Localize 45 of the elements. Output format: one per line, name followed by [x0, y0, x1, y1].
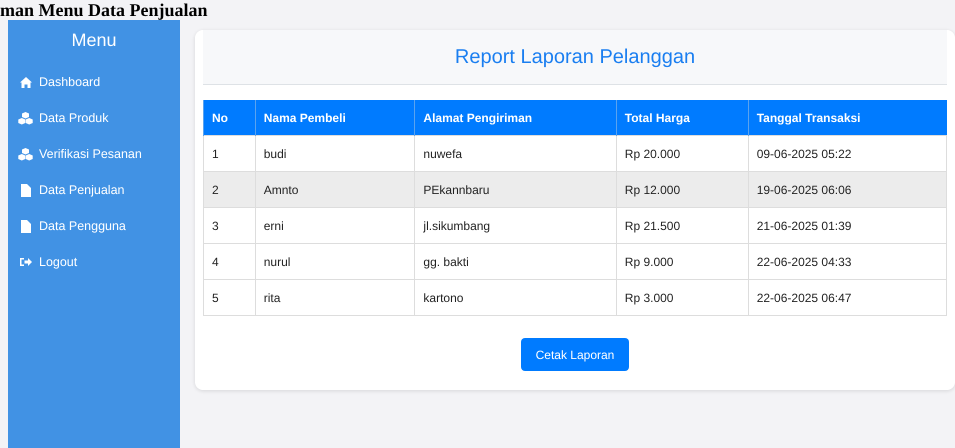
table-cell: Amnto: [255, 172, 415, 208]
table-cell: 1: [204, 136, 256, 172]
table-cell: kartono: [414, 280, 616, 316]
file-icon: [20, 184, 30, 196]
sidebar-title: Menu: [71, 29, 117, 52]
file-icon: [20, 220, 30, 232]
column-header: Nama Pembeli: [255, 100, 415, 136]
table-cell: budi: [255, 136, 415, 172]
sidebar-item[interactable]: Verifikasi Pesanan: [8, 136, 142, 172]
table-cell: nuwefa: [414, 136, 616, 172]
column-header: Alamat Pengiriman: [414, 100, 616, 136]
sidebar-item[interactable]: Data Penjualan: [8, 172, 124, 208]
page-heading: man Menu Data Penjualan: [0, 0, 208, 20]
table-cell: nurul: [255, 244, 415, 280]
table-cell: Rp 9.000: [616, 244, 748, 280]
table-cell: 09-06-2025 05:22: [748, 136, 946, 172]
table-cell: 22-06-2025 06:47: [748, 280, 946, 316]
table-cell: 3: [204, 208, 256, 244]
cubes-icon: [18, 112, 33, 124]
column-header: No: [204, 100, 256, 136]
sign-out-icon: [20, 257, 32, 267]
print-report-button[interactable]: Cetak Laporan: [520, 338, 630, 371]
sidebar-item[interactable]: Data Pengguna: [8, 208, 126, 244]
table-cell: Rp 12.000: [616, 172, 748, 208]
table-cell: 2: [204, 172, 256, 208]
table-cell: PEkannbaru: [414, 172, 616, 208]
column-header: Total Harga: [616, 100, 748, 136]
table-cell: 19-06-2025 06:06: [748, 172, 946, 208]
table-cell: gg. bakti: [414, 244, 616, 280]
column-header: Tanggal Transaksi: [748, 100, 946, 136]
report-title: Report Laporan Pelanggan: [454, 46, 696, 68]
table-cell: 22-06-2025 04:33: [748, 244, 946, 280]
sidebar-item[interactable]: Logout: [8, 244, 78, 280]
table-cell: erni: [255, 208, 415, 244]
table-cell: 4: [204, 244, 256, 280]
table-cell: 21-06-2025 01:39: [748, 208, 946, 244]
cubes-icon: [18, 148, 33, 160]
table-cell: rita: [255, 280, 415, 316]
table-cell: Rp 3.000: [616, 280, 748, 316]
home-icon: [20, 76, 32, 88]
sidebar-item[interactable]: Data Produk: [8, 100, 108, 136]
sidebar-item[interactable]: Dashboard: [8, 64, 100, 100]
table-cell: jl.sikumbang: [414, 208, 616, 244]
table-cell: Rp 21.500: [616, 208, 748, 244]
table-cell: 5: [204, 280, 256, 316]
